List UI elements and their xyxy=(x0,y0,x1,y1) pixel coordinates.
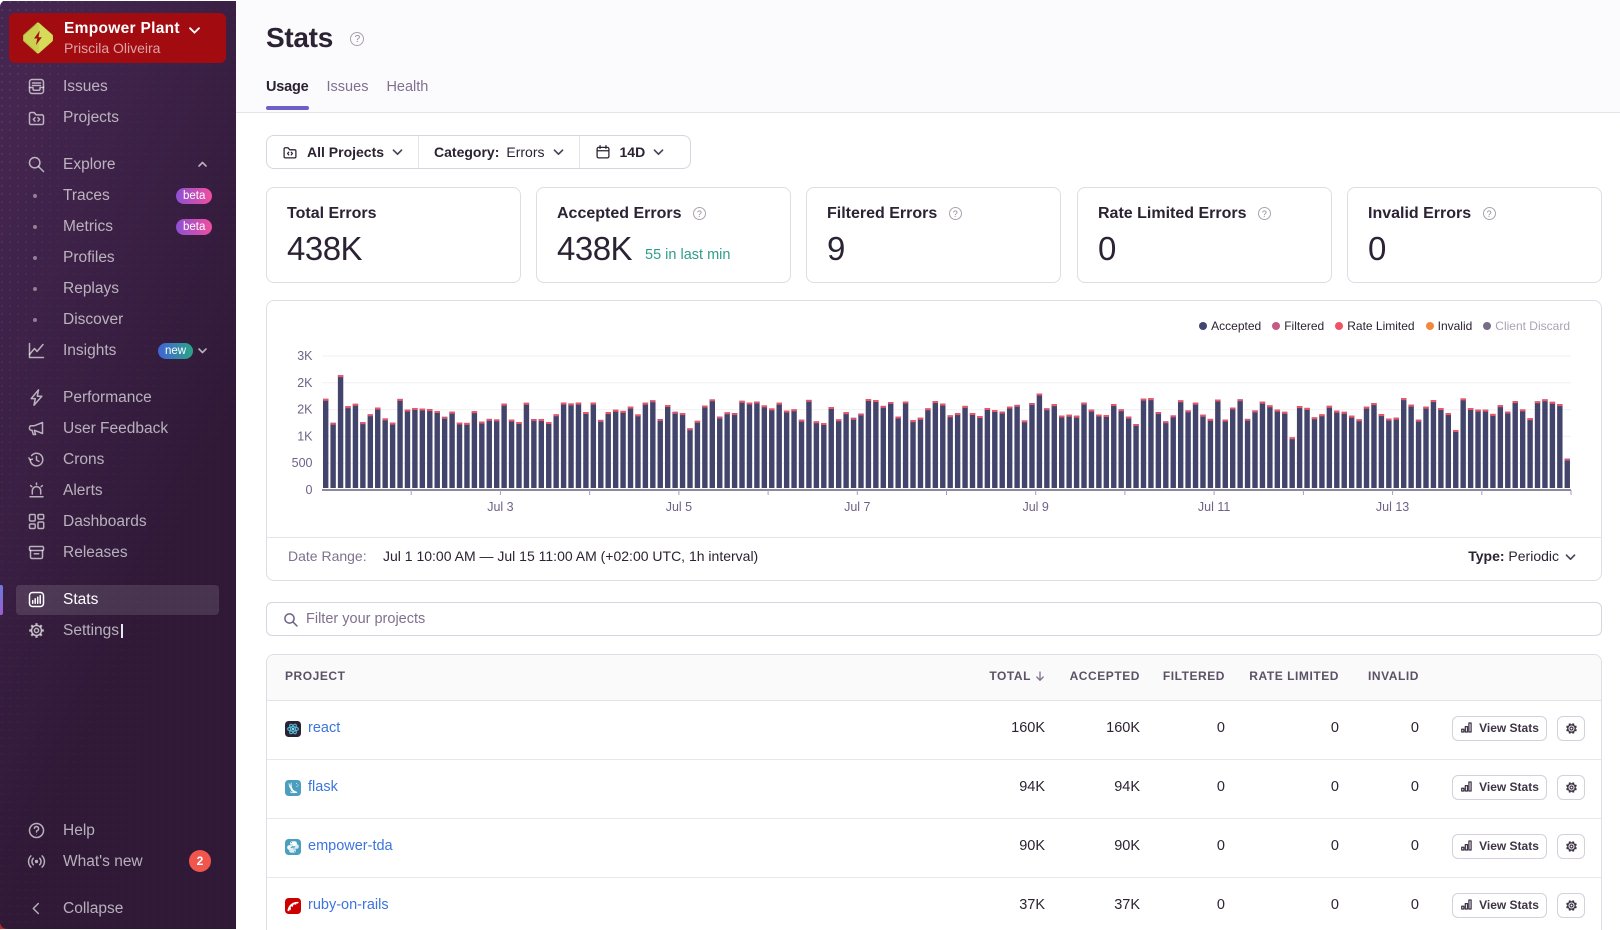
svg-text:Jul 3: Jul 3 xyxy=(487,500,513,514)
svg-text:1K: 1K xyxy=(297,429,313,443)
svg-text:Jul 9: Jul 9 xyxy=(1022,500,1048,514)
svg-text:Jul 11: Jul 11 xyxy=(1198,500,1230,514)
svg-text:0: 0 xyxy=(306,483,313,497)
svg-text:500: 500 xyxy=(292,456,313,470)
svg-text:Jul 5: Jul 5 xyxy=(666,500,692,514)
svg-text:2K: 2K xyxy=(297,403,313,417)
svg-text:3K: 3K xyxy=(297,349,313,363)
svg-text:Jul 13: Jul 13 xyxy=(1376,500,1409,514)
svg-text:Jul 7: Jul 7 xyxy=(844,500,870,514)
svg-text:2K: 2K xyxy=(297,376,313,390)
